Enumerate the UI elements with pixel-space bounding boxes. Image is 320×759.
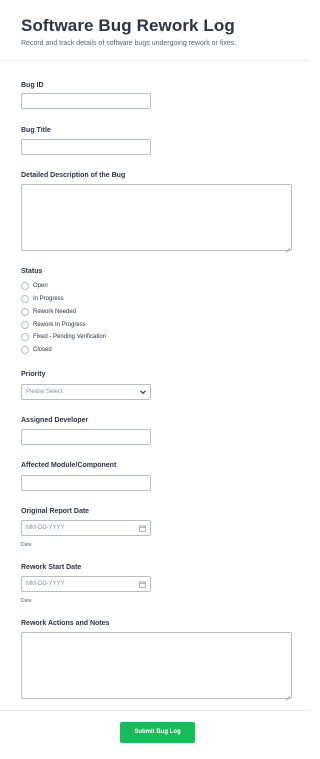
- report-date-sublabel: Date: [21, 542, 32, 548]
- status-option-label: Open: [33, 282, 48, 289]
- form-title: Software Bug Rework Log: [21, 16, 235, 35]
- resize-handle-icon[interactable]: [285, 692, 290, 697]
- status-label: Status: [21, 268, 43, 275]
- priority-select[interactable]: Please Select: [21, 384, 151, 400]
- header-divider: [0, 60, 310, 61]
- radio-button[interactable]: [21, 320, 29, 329]
- report-date-placeholder: MM-DD-YYYY: [26, 525, 65, 531]
- status-option-label: Fixed - Pending Verification: [33, 333, 107, 340]
- status-option-label: Rework In Progress: [33, 321, 86, 328]
- radio-button[interactable]: [21, 281, 29, 290]
- chevron-down-icon: [140, 390, 146, 395]
- rework-date-placeholder: MM-DD-YYYY: [26, 581, 65, 587]
- form-header: Software Bug Rework Log Record and track…: [21, 16, 296, 48]
- module-label: Affected Module/Component: [21, 462, 117, 469]
- rework-date-input[interactable]: MM-DD-YYYY: [21, 576, 151, 592]
- priority-select-value: Please Select: [26, 389, 63, 395]
- radio-button[interactable]: [21, 332, 29, 341]
- bug-title-input[interactable]: [21, 139, 151, 155]
- report-date-input[interactable]: MM-DD-YYYY: [21, 520, 151, 536]
- bug-title-label: Bug Title: [21, 127, 51, 134]
- developer-label: Assigned Developer: [21, 417, 89, 424]
- submit-button[interactable]: Submit Bug Log: [120, 722, 195, 743]
- status-option-rework-needed[interactable]: Rework Needed: [21, 307, 76, 316]
- status-option-label: In Progress: [33, 295, 64, 302]
- status-option-label: Closed: [33, 346, 52, 353]
- radio-button[interactable]: [21, 307, 29, 316]
- rework-date-label: Rework Start Date: [21, 564, 82, 571]
- calendar-icon[interactable]: [139, 525, 146, 532]
- calendar-icon[interactable]: [139, 581, 146, 588]
- footer-divider: [0, 710, 310, 711]
- resize-handle-icon[interactable]: [285, 244, 290, 249]
- bug-id-input[interactable]: [21, 93, 151, 109]
- form-subtitle: Record and track details of software bug…: [21, 40, 237, 47]
- notes-label: Rework Actions and Notes: [21, 620, 110, 627]
- description-textarea[interactable]: [21, 184, 292, 251]
- priority-label: Priority: [21, 371, 46, 378]
- status-option-closed[interactable]: Closed: [21, 345, 52, 354]
- developer-input[interactable]: [21, 429, 151, 445]
- status-option-open[interactable]: Open: [21, 281, 48, 290]
- radio-button[interactable]: [21, 294, 29, 303]
- status-option-in-progress[interactable]: In Progress: [21, 294, 64, 303]
- radio-button[interactable]: [21, 345, 29, 354]
- notes-textarea[interactable]: [21, 632, 292, 699]
- report-date-label: Original Report Date: [21, 508, 90, 515]
- bug-id-label: Bug ID: [21, 82, 44, 89]
- status-option-label: Rework Needed: [33, 308, 77, 315]
- status-option-rework-in-progress[interactable]: Rework In Progress: [21, 320, 86, 329]
- module-input[interactable]: [21, 475, 151, 491]
- rework-date-sublabel: Date: [21, 598, 32, 604]
- description-label: Detailed Description of the Bug: [21, 172, 126, 179]
- status-option-fixed-pending[interactable]: Fixed - Pending Verification: [21, 332, 106, 341]
